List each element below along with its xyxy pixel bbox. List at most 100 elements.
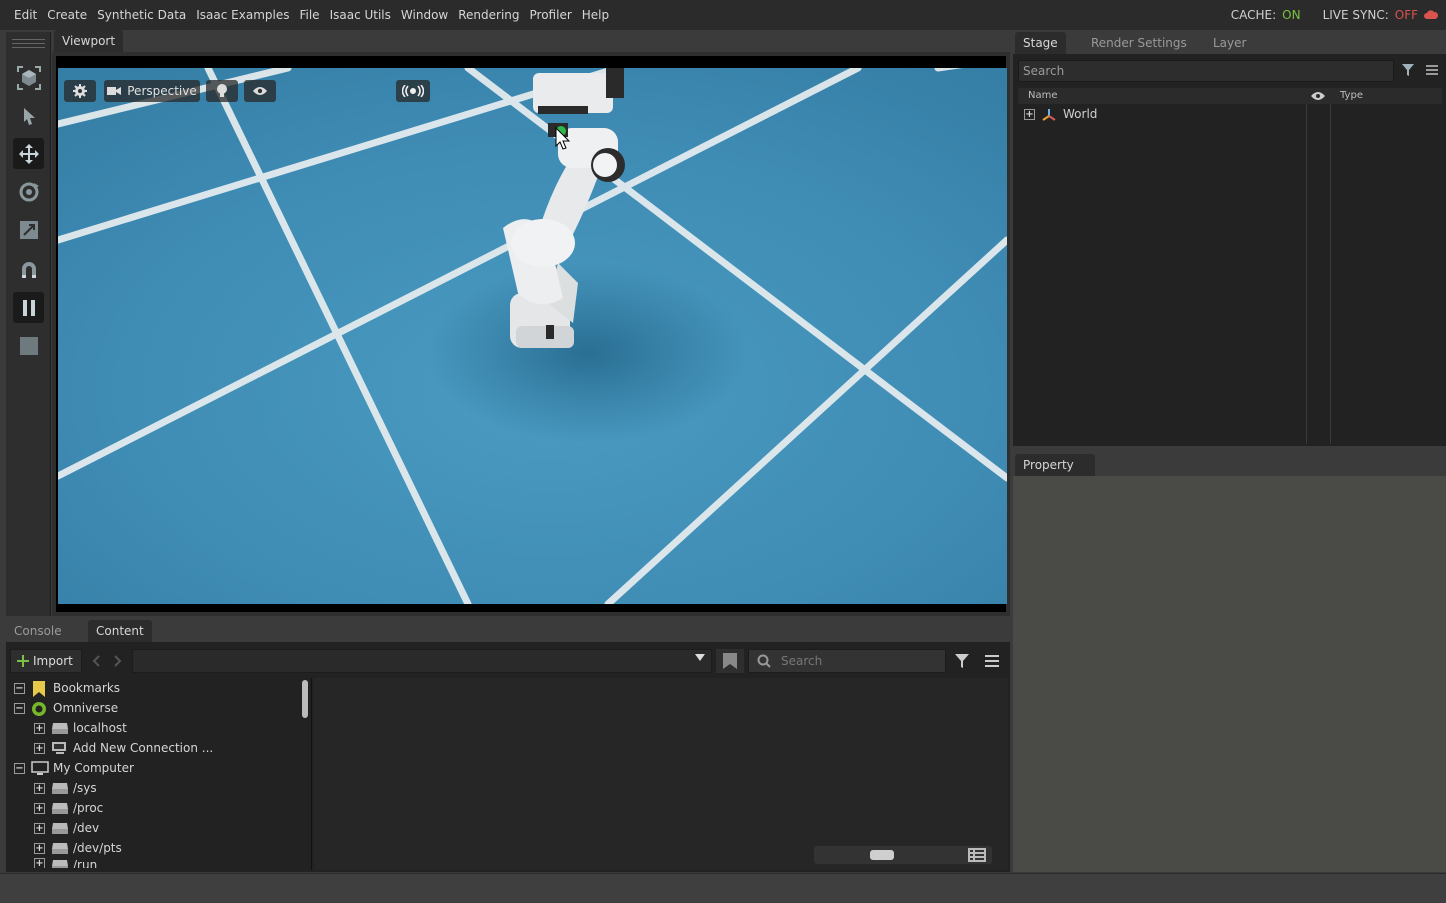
drag-handle-icon	[12, 39, 45, 48]
magnet-icon	[21, 261, 36, 278]
rotate-icon	[19, 182, 39, 201]
tab-property[interactable]: Property	[1015, 454, 1095, 476]
collapse-icon[interactable]: −	[14, 702, 25, 714]
menu-isaac-utils[interactable]: Isaac Utils	[325, 8, 396, 22]
snap-button[interactable]	[13, 254, 44, 285]
menu-edit[interactable]: Edit	[0, 8, 42, 22]
tree-item[interactable]: + /dev	[34, 818, 99, 838]
tree-item-label: /dev/pts	[73, 841, 122, 855]
expand-icon[interactable]: +	[1024, 108, 1035, 120]
tree-item[interactable]: + Add New Connection ...	[34, 738, 213, 758]
menu-bar: Edit Create Synthetic Data Isaac Example…	[0, 0, 1446, 30]
menu-file[interactable]: File	[294, 8, 324, 22]
bookmark-icon	[31, 681, 47, 697]
stage-item-label: World	[1063, 107, 1098, 121]
zoom-slider[interactable]	[814, 846, 992, 864]
list-view-icon[interactable]	[968, 848, 986, 862]
collapse-icon[interactable]: −	[14, 682, 25, 694]
menu-isaac-examples[interactable]: Isaac Examples	[191, 8, 294, 22]
expand-icon[interactable]: +	[34, 858, 45, 868]
drive-icon	[51, 858, 68, 868]
filter-icon[interactable]	[1402, 64, 1414, 76]
stage-item-world[interactable]: + World	[1024, 104, 1097, 124]
stage-column-header: Name Type	[1018, 88, 1442, 104]
xform-axis-icon	[1042, 109, 1056, 121]
expand-icon[interactable]: +	[34, 822, 45, 834]
tree-item-label: Omniverse	[53, 701, 119, 715]
lighting-button[interactable]	[206, 80, 238, 102]
tab-console[interactable]: Console	[6, 620, 70, 642]
camera-button[interactable]: Perspective	[104, 80, 200, 102]
expand-icon[interactable]: +	[34, 842, 45, 854]
tree-item[interactable]: + /proc	[34, 798, 103, 818]
scale-tool-button[interactable]	[13, 214, 44, 245]
tab-viewport[interactable]: Viewport	[54, 30, 124, 52]
expand-icon[interactable]: +	[34, 722, 45, 734]
tree-item-label: My Computer	[53, 761, 134, 775]
expand-icon[interactable]: +	[34, 782, 45, 794]
tree-item[interactable]: + /run	[34, 858, 97, 868]
stage-search-input[interactable]: Search	[1018, 60, 1394, 82]
menu-rendering[interactable]: Rendering	[453, 8, 524, 22]
filter-icon[interactable]	[955, 654, 969, 668]
menu-window[interactable]: Window	[396, 8, 453, 22]
hamburger-menu-icon[interactable]	[1426, 64, 1438, 76]
column-type[interactable]: Type	[1340, 90, 1363, 101]
path-field[interactable]	[132, 649, 712, 673]
menu-profiler[interactable]: Profiler	[525, 8, 577, 22]
tab-stage[interactable]: Stage	[1015, 32, 1066, 54]
menu-create[interactable]: Create	[42, 8, 92, 22]
column-name[interactable]: Name	[1028, 90, 1058, 101]
viewport[interactable]: Perspective	[52, 52, 1010, 616]
hamburger-menu-icon[interactable]	[985, 655, 999, 667]
bookmark-button[interactable]	[716, 649, 744, 673]
viewport-settings-button[interactable]	[64, 80, 96, 102]
collapse-icon[interactable]: −	[14, 762, 25, 774]
scene-render[interactable]	[58, 68, 1007, 604]
expand-icon[interactable]: +	[34, 742, 45, 754]
menu-help[interactable]: Help	[577, 8, 614, 22]
tree-item[interactable]: − My Computer	[14, 758, 134, 778]
tab-content[interactable]: Content	[88, 620, 152, 642]
pause-button[interactable]	[13, 292, 44, 323]
arrow-cursor-icon	[23, 107, 35, 125]
tree-item[interactable]: + /dev/pts	[34, 838, 122, 858]
import-button[interactable]: Import	[10, 649, 82, 673]
tree-item[interactable]: − Bookmarks	[14, 678, 120, 698]
live-broadcast-button[interactable]	[396, 80, 430, 102]
tree-item-label: localhost	[73, 721, 127, 735]
stop-icon	[19, 336, 38, 355]
menu-synthetic-data[interactable]: Synthetic Data	[92, 8, 191, 22]
back-arrow-icon[interactable]	[92, 655, 100, 667]
select-mode-button[interactable]	[13, 62, 44, 93]
select-tool-button[interactable]	[13, 100, 44, 131]
viewport-scene[interactable]: Perspective	[58, 68, 1007, 604]
move-tool-button[interactable]	[13, 138, 44, 169]
tree-item-label: Bookmarks	[53, 681, 121, 695]
chevron-down-icon[interactable]	[695, 654, 705, 662]
column-divider	[1330, 104, 1331, 444]
tab-layer[interactable]: Layer	[1205, 32, 1255, 54]
tree-item-label: /proc	[73, 801, 104, 815]
bookmark-icon	[723, 653, 737, 669]
forward-arrow-icon[interactable]	[114, 655, 122, 667]
visibility-button[interactable]	[244, 80, 276, 102]
rotate-tool-button[interactable]	[13, 176, 44, 207]
live-sync-value[interactable]: OFF	[1395, 8, 1418, 22]
tree-item[interactable]: + /sys	[34, 778, 97, 798]
tree-item[interactable]: − Omniverse	[14, 698, 118, 718]
left-toolbar	[6, 32, 51, 616]
zoom-slider-handle[interactable]	[870, 850, 894, 860]
scale-icon	[19, 220, 38, 239]
viewport-tabbar: Viewport	[52, 30, 1010, 52]
file-browser-area[interactable]	[314, 678, 1008, 870]
expand-icon[interactable]: +	[34, 802, 45, 814]
tab-render-settings[interactable]: Render Settings	[1083, 32, 1195, 54]
import-label: Import	[33, 654, 73, 668]
eye-column-icon[interactable]	[1311, 91, 1325, 101]
content-search-input[interactable]: Search	[748, 649, 946, 673]
tree-item[interactable]: + localhost	[34, 718, 127, 738]
cache-value[interactable]: ON	[1282, 8, 1300, 22]
stop-button[interactable]	[13, 330, 44, 361]
tree-scrollbar-thumb[interactable]	[302, 680, 308, 718]
